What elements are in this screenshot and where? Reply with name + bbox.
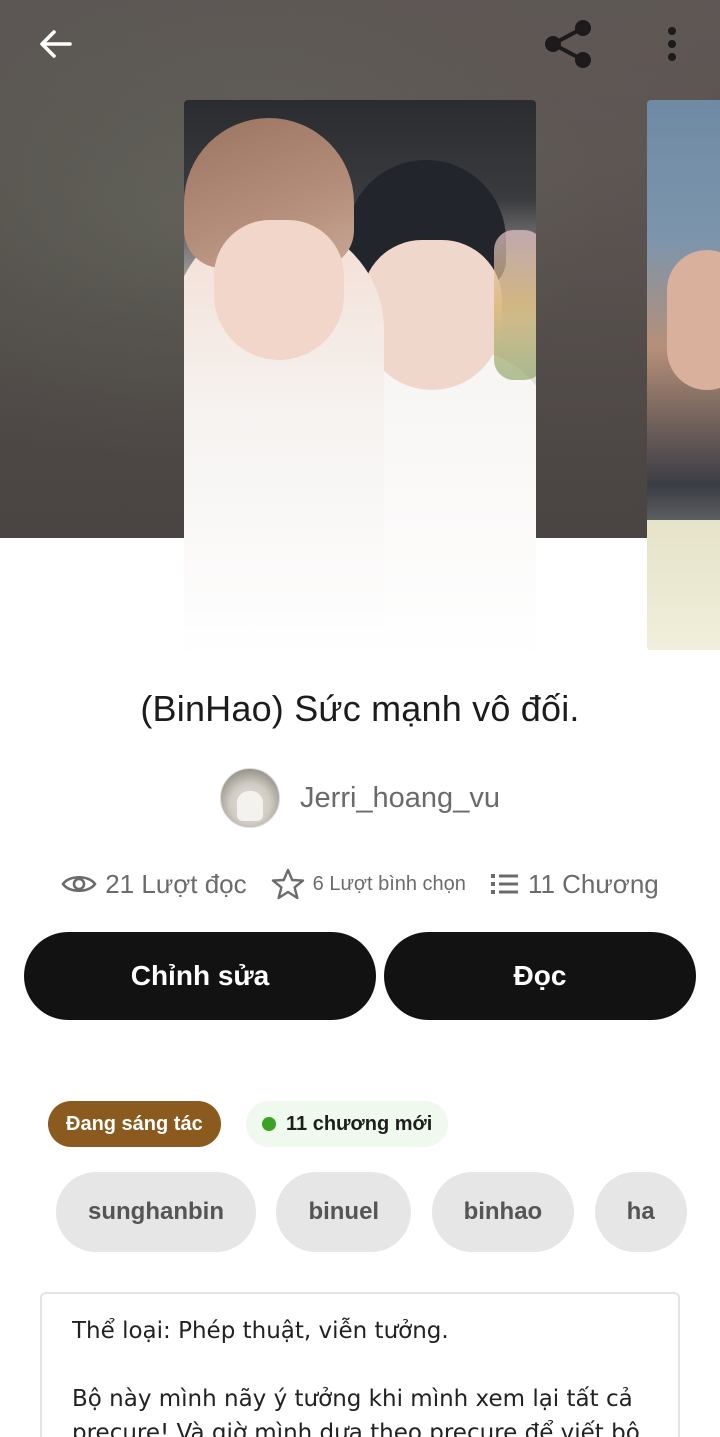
description-card[interactable]: Thể loại: Phép thuật, viễn tưởng. Bộ này… <box>40 1292 680 1437</box>
reads-stat: 21 Lượt đọc <box>61 868 247 900</box>
tag-chip[interactable]: binhao <box>431 1172 575 1252</box>
arrow-left-icon <box>40 30 72 58</box>
next-cover-image[interactable] <box>647 100 720 650</box>
back-button[interactable] <box>26 18 86 70</box>
description-genre: Thể loại: Phép thuật, viễn tưởng. <box>72 1318 449 1344</box>
new-chapters-badge: 11 chương mới <box>246 1101 449 1147</box>
read-button[interactable]: Đọc <box>384 932 696 1020</box>
chapters-count: 11 Chương <box>527 868 659 899</box>
eye-icon <box>61 875 97 893</box>
description-text: precure! Và giờ mình dựa theo precure để… <box>72 1420 640 1437</box>
top-bar <box>0 0 720 90</box>
votes-stat: 6 Lượt bình chọn <box>271 868 466 900</box>
edit-button[interactable]: Chỉnh sửa <box>24 932 376 1020</box>
story-stats: 21 Lượt đọc 6 Lượt bình chọn 11 Chương <box>0 862 720 906</box>
tag-chip[interactable]: binuel <box>276 1172 412 1252</box>
new-chapters-label: 11 chương mới <box>286 1112 433 1135</box>
story-cover-image[interactable] <box>184 100 536 650</box>
status-badge: Đang sáng tác <box>48 1101 221 1147</box>
description-text: Bộ này mình nãy ý tưởng khi mình xem lại… <box>72 1386 633 1412</box>
reads-count: 21 Lượt đọc <box>105 868 247 899</box>
tag-list[interactable]: sunghanbin binuel binhao ha <box>56 1172 688 1252</box>
cover-art-shape <box>214 220 344 360</box>
cover-art-shape <box>647 520 720 650</box>
chapters-stat: 11 Chương <box>490 869 659 900</box>
story-title: (BinHao) Sức mạnh vô đối. <box>140 688 580 729</box>
tag-chip[interactable]: sunghanbin <box>56 1172 256 1252</box>
share-icon <box>545 20 591 68</box>
more-vertical-icon <box>668 27 676 61</box>
author-row[interactable]: Jerri_hoang_vu <box>0 768 720 828</box>
green-dot-icon <box>262 1117 276 1131</box>
tag-chip[interactable]: ha <box>594 1172 687 1252</box>
list-icon <box>490 874 518 894</box>
share-button[interactable] <box>536 14 600 74</box>
more-options-button[interactable] <box>650 18 694 70</box>
cover-art-shape <box>667 250 720 390</box>
cover-art-shape <box>494 230 536 380</box>
votes-count: 6 Lượt bình chọn <box>312 872 466 895</box>
author-avatar[interactable] <box>220 768 281 828</box>
star-icon <box>271 868 304 900</box>
author-name[interactable]: Jerri_hoang_vu <box>300 782 500 815</box>
